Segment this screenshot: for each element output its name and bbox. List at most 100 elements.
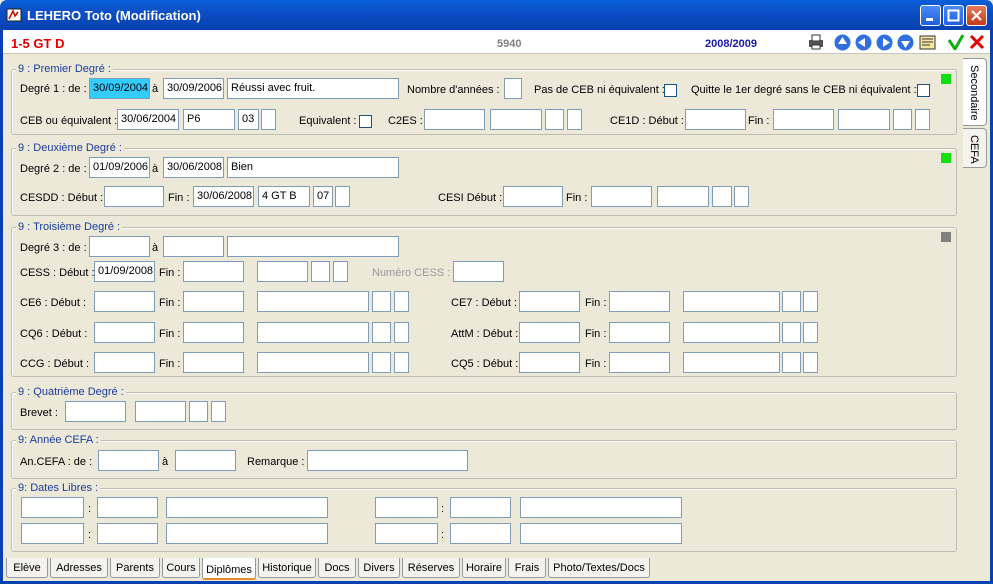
quitte-checkbox[interactable] <box>917 84 930 97</box>
cess-debut-field[interactable]: 01/09/2008 <box>94 261 155 282</box>
cess-extra-field[interactable] <box>333 261 348 282</box>
brevet-date-field[interactable] <box>65 401 126 422</box>
cesi-debut-field[interactable] <box>503 186 563 207</box>
degre3-to-field[interactable] <box>163 236 224 257</box>
cesdd-debut-field[interactable] <box>104 186 164 207</box>
remarque-field[interactable] <box>307 450 468 471</box>
cesi-number-field[interactable] <box>712 186 732 207</box>
tab-adresses[interactable]: Adresses <box>50 558 108 578</box>
cesi-code-field[interactable] <box>657 186 709 207</box>
cess-code-field[interactable] <box>257 261 308 282</box>
maximize-button[interactable] <box>943 5 964 26</box>
date-libre-label-field[interactable] <box>21 497 84 518</box>
date-libre-comment-field[interactable] <box>520 497 682 518</box>
cq5-comment-field[interactable] <box>683 352 780 373</box>
last-record-button[interactable] <box>896 33 915 51</box>
cesdd-class-field[interactable]: 4 GT B <box>258 186 310 207</box>
ce7-fin-field[interactable] <box>609 291 670 312</box>
cess-number-field[interactable] <box>311 261 330 282</box>
tab-divers[interactable]: Divers <box>358 558 400 578</box>
side-tab-secondaire[interactable]: Secondaire <box>963 58 987 126</box>
attm-debut-field[interactable] <box>519 322 580 343</box>
an-cefa-from-field[interactable] <box>98 450 159 471</box>
cq5-number-field[interactable] <box>782 352 801 373</box>
date-libre-comment-field[interactable] <box>166 523 328 544</box>
c2es-code-field[interactable] <box>490 109 542 130</box>
brevet-extra-field[interactable] <box>211 401 226 422</box>
tab-horaire[interactable]: Horaire <box>462 558 506 578</box>
first-record-button[interactable] <box>833 33 852 51</box>
ce7-extra-field[interactable] <box>803 291 818 312</box>
cess-fin-field[interactable] <box>183 261 244 282</box>
ccg-number-field[interactable] <box>372 352 391 373</box>
date-libre-date-field[interactable] <box>97 497 158 518</box>
date-libre-label-field[interactable] <box>21 523 84 544</box>
ce6-fin-field[interactable] <box>183 291 244 312</box>
degre2-to-field[interactable]: 30/06/2008 <box>163 157 224 178</box>
cq5-extra-field[interactable] <box>803 352 818 373</box>
tab-docs[interactable]: Docs <box>318 558 356 578</box>
tab-frais[interactable]: Frais <box>508 558 546 578</box>
ce7-number-field[interactable] <box>782 291 801 312</box>
print-button[interactable] <box>806 33 825 51</box>
notes-button[interactable] <box>918 33 937 51</box>
cq6-comment-field[interactable] <box>257 322 369 343</box>
degre1-from-field[interactable]: 30/09/2004 <box>89 78 150 99</box>
side-tab-cefa[interactable]: CEFA <box>963 128 987 168</box>
tab-eleve[interactable]: Elève <box>6 558 48 578</box>
tab-reserves[interactable]: Réserves <box>402 558 460 578</box>
cancel-button[interactable] <box>967 33 986 51</box>
ceb-code-field[interactable]: P6 <box>183 109 235 130</box>
attm-number-field[interactable] <box>782 322 801 343</box>
ceb-extra-field[interactable] <box>261 109 276 130</box>
ce6-debut-field[interactable] <box>94 291 155 312</box>
brevet-code-field[interactable] <box>135 401 186 422</box>
ce6-comment-field[interactable] <box>257 291 369 312</box>
ce1d-debut-field[interactable] <box>685 109 746 130</box>
ccg-extra-field[interactable] <box>394 352 409 373</box>
ce7-debut-field[interactable] <box>519 291 580 312</box>
degre3-from-field[interactable] <box>89 236 150 257</box>
next-record-button[interactable] <box>875 33 894 51</box>
ce7-comment-field[interactable] <box>683 291 780 312</box>
an-cefa-to-field[interactable] <box>175 450 236 471</box>
cq5-fin-field[interactable] <box>609 352 670 373</box>
tab-cours[interactable]: Cours <box>162 558 200 578</box>
previous-record-button[interactable] <box>854 33 873 51</box>
cq6-debut-field[interactable] <box>94 322 155 343</box>
date-libre-date-field[interactable] <box>450 523 511 544</box>
date-libre-label-field[interactable] <box>375 523 438 544</box>
cesdd-fin-field[interactable]: 30/06/2008 <box>193 186 254 207</box>
ce1d-code-field[interactable] <box>838 109 890 130</box>
brevet-number-field[interactable] <box>189 401 208 422</box>
c2es-extra-field[interactable] <box>567 109 582 130</box>
cesi-extra-field[interactable] <box>734 186 749 207</box>
c2es-debut-field[interactable] <box>424 109 485 130</box>
ce1d-number-field[interactable] <box>893 109 912 130</box>
numero-cess-field[interactable] <box>453 261 504 282</box>
ceb-number-field[interactable]: 03 <box>238 109 259 130</box>
date-libre-comment-field[interactable] <box>166 497 328 518</box>
cesdd-extra-field[interactable] <box>335 186 350 207</box>
ccg-fin-field[interactable] <box>183 352 244 373</box>
tab-historique[interactable]: Historique <box>258 558 316 578</box>
cq5-debut-field[interactable] <box>519 352 580 373</box>
attm-comment-field[interactable] <box>683 322 780 343</box>
close-button[interactable] <box>966 5 987 26</box>
date-libre-date-field[interactable] <box>450 497 511 518</box>
cq6-extra-field[interactable] <box>394 322 409 343</box>
validate-button[interactable] <box>946 33 965 51</box>
cq6-number-field[interactable] <box>372 322 391 343</box>
date-libre-date-field[interactable] <box>97 523 158 544</box>
ccg-comment-field[interactable] <box>257 352 369 373</box>
degre1-comment-field[interactable]: Réussi avec fruit. <box>227 78 399 99</box>
degre2-comment-field[interactable]: Bien <box>227 157 399 178</box>
ceb-date-field[interactable]: 30/06/2004 <box>117 109 179 130</box>
tab-photo-textes-docs[interactable]: Photo/Textes/Docs <box>548 558 650 578</box>
ce6-number-field[interactable] <box>372 291 391 312</box>
tab-parents[interactable]: Parents <box>110 558 160 578</box>
cq6-fin-field[interactable] <box>183 322 244 343</box>
attm-extra-field[interactable] <box>803 322 818 343</box>
date-libre-label-field[interactable] <box>375 497 438 518</box>
equivalent-checkbox[interactable] <box>359 115 372 128</box>
